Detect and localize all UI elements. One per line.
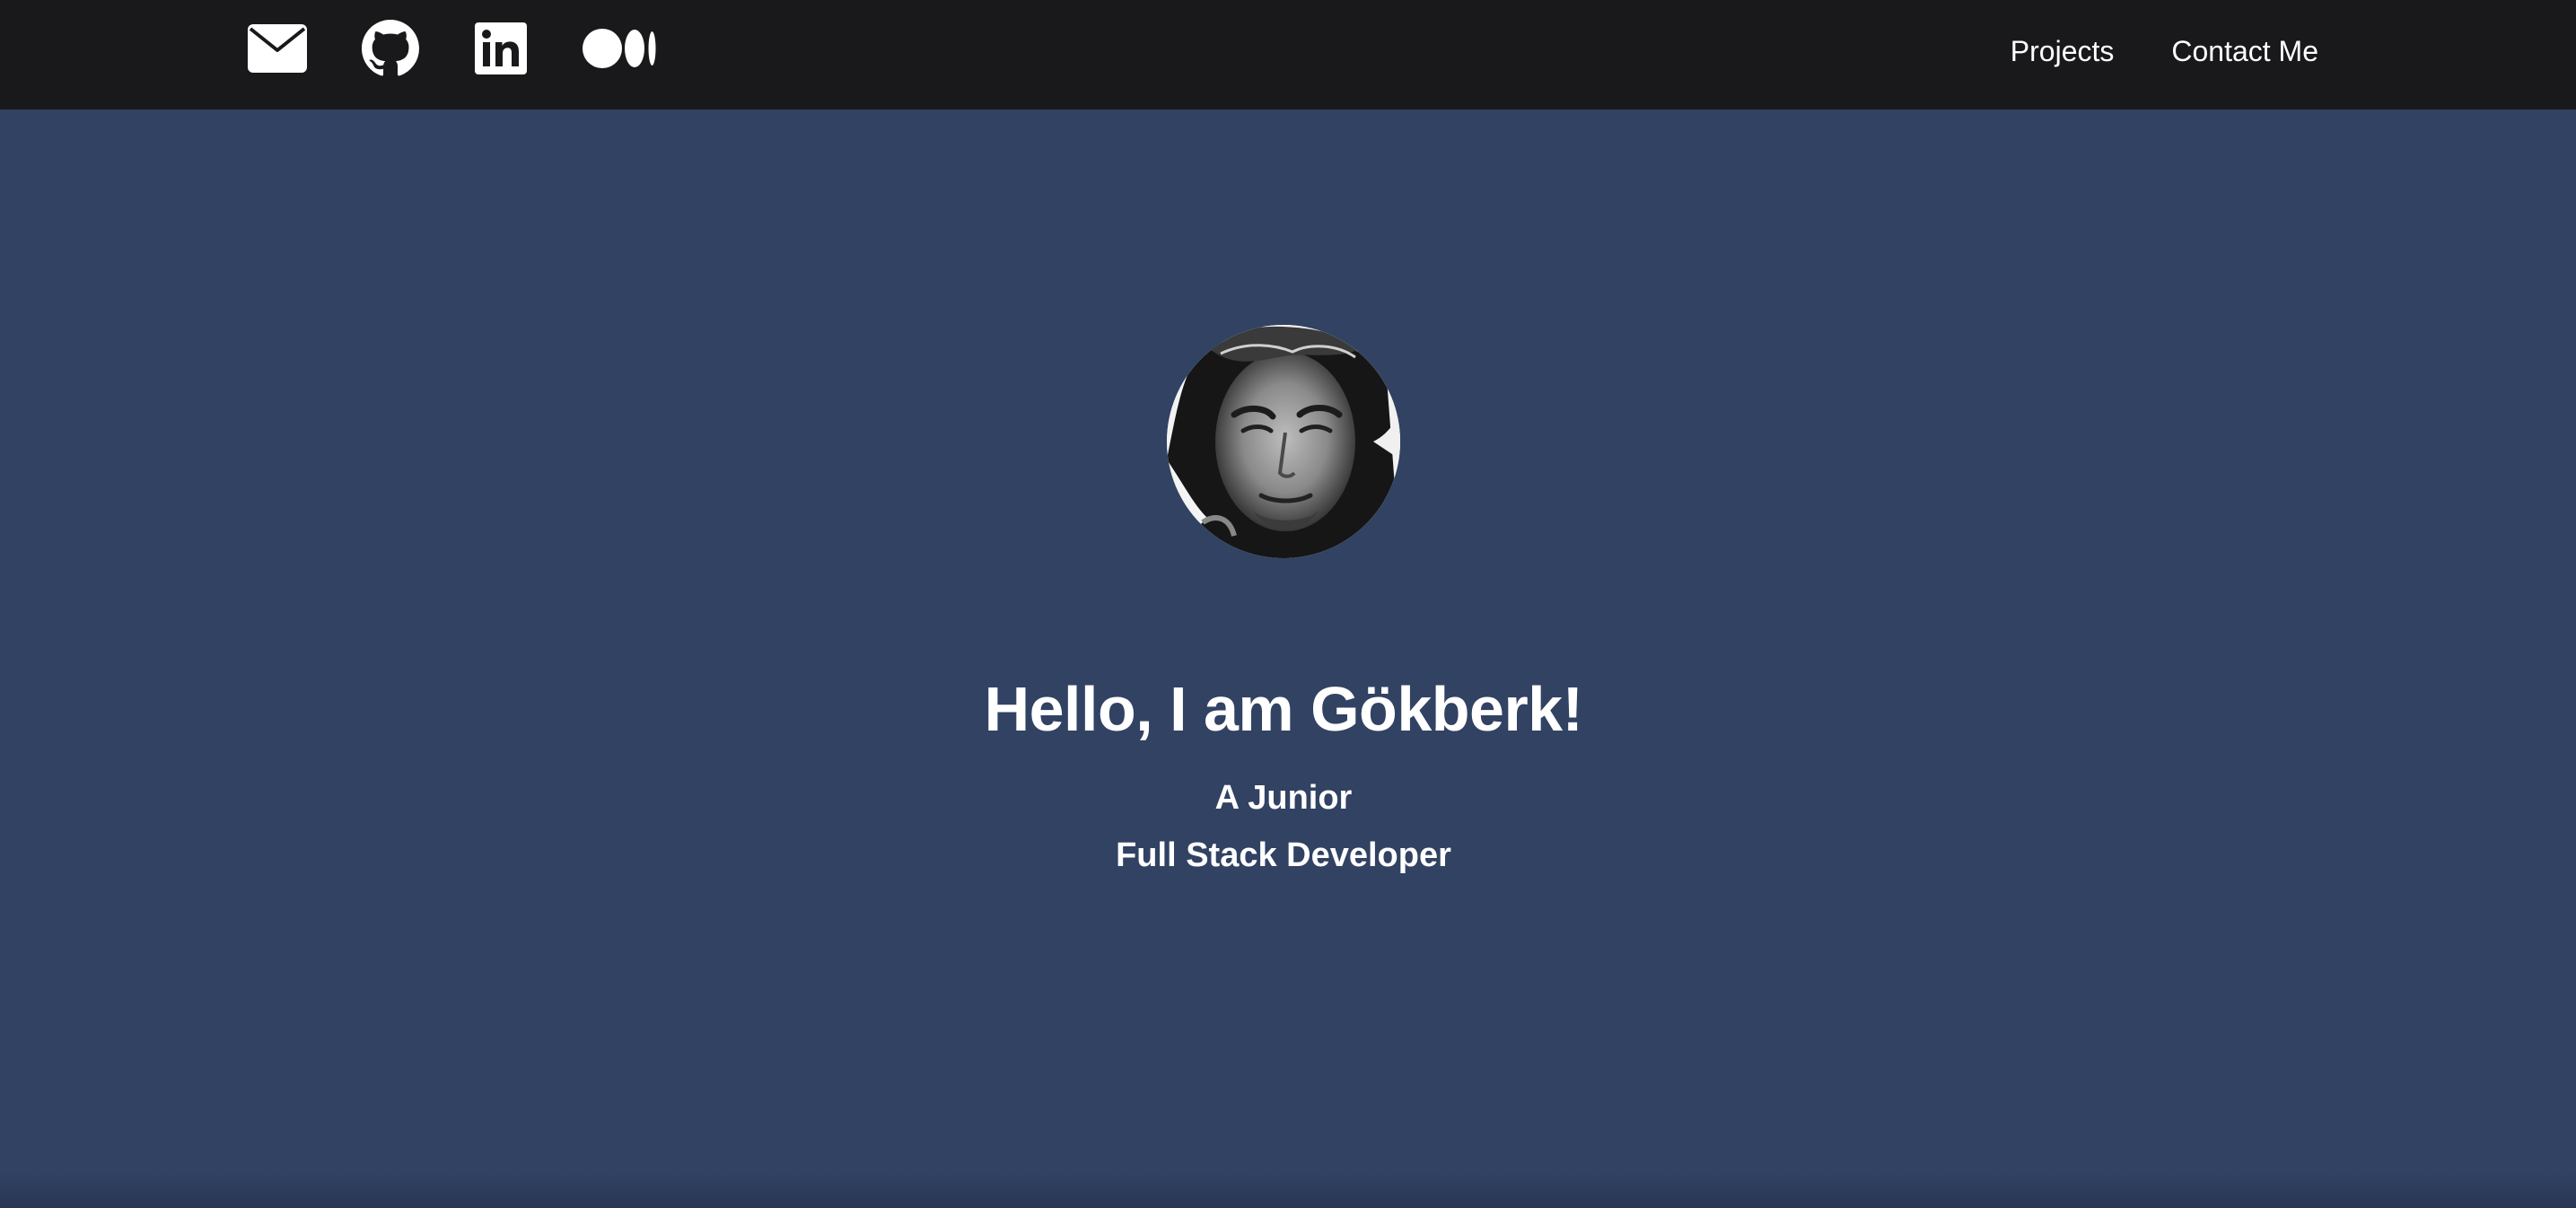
- linkedin-icon: [475, 22, 527, 74]
- nav-link-projects[interactable]: Projects: [2011, 35, 2115, 68]
- nav-link-contact[interactable]: Contact Me: [2171, 35, 2318, 68]
- medium-icon: [583, 29, 656, 68]
- hero-title: Hello, I am Gökberk!: [984, 674, 1583, 744]
- email-icon: [248, 24, 307, 73]
- navbar: Projects Contact Me: [0, 0, 2576, 109]
- medium-link[interactable]: [583, 20, 656, 77]
- linkedin-link[interactable]: [475, 20, 527, 77]
- main-nav: Projects Contact Me: [1953, 0, 2318, 102]
- profile-avatar: [1167, 325, 1400, 558]
- social-links: [248, 20, 656, 77]
- github-link[interactable]: [362, 20, 419, 77]
- page: Projects Contact Me Hello, I am Gökberk!…: [0, 0, 2576, 1208]
- hero-section: Hello, I am Gökberk! A Junior Full Stack…: [0, 109, 2576, 1208]
- github-icon: [362, 20, 419, 76]
- profile-photo: [1167, 325, 1400, 558]
- email-link[interactable]: [248, 20, 307, 77]
- hero-subtitle-line-2: Full Stack Developer: [1116, 836, 1451, 874]
- hero-bottom-shadow: [0, 1172, 2576, 1208]
- hero-subtitle-line-1: A Junior: [1214, 779, 1353, 817]
